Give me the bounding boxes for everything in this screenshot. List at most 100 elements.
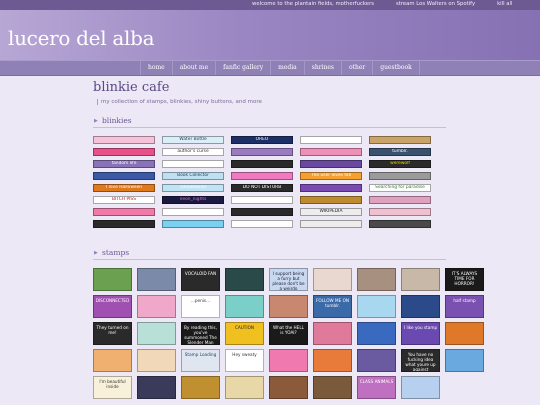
stamp: [269, 295, 308, 318]
blinkie: [300, 184, 362, 192]
stamp-text: FOLLOW ME ON tumblr.: [315, 298, 349, 308]
stamp-text: [182, 377, 219, 379]
nav-link-guestbook[interactable]: guestbook: [372, 61, 420, 75]
nav-link-other[interactable]: other: [340, 61, 372, 75]
blinkie-text: The user loves fall: [310, 173, 352, 178]
stamp-text: Hey sweaty: [232, 352, 257, 357]
blinkie: [93, 148, 155, 156]
stamp: [181, 376, 220, 399]
stamp: DISCONNECTED: [93, 295, 132, 318]
arrow-icon: ▶: [94, 250, 98, 256]
site-header: lucero del alba: [0, 10, 540, 60]
blinkie-text: tumblr.: [392, 149, 408, 154]
blinkie-text: Water Bottle: [179, 137, 207, 142]
nav-list: home about me fanfic gallery media shrines ot…: [140, 61, 420, 75]
marquee-item: kill all: [497, 1, 513, 7]
blinkie-text: I love Halloween: [105, 185, 143, 190]
stamp: [357, 295, 396, 318]
stamp: You have no fucking idea what youre up a…: [401, 349, 440, 372]
marquee-text: welcome to the plantain fields, motherfu…: [252, 1, 534, 7]
stamp-text: [94, 350, 131, 352]
blinkie: WIKIPEDIA: [300, 208, 362, 216]
stamp-text: I'm beautiful inside: [99, 379, 126, 389]
stamp-text: [358, 269, 395, 271]
blinkie: [369, 136, 431, 144]
stamp: CLASS ANIMALS: [357, 376, 396, 399]
nav-link-home[interactable]: home: [140, 61, 172, 75]
stamp-text: [446, 323, 483, 325]
stamps-heading: stamps: [102, 248, 130, 257]
blinkie: [231, 220, 293, 228]
stamp: [269, 376, 308, 399]
stamp: [225, 376, 264, 399]
blinkie: [162, 208, 224, 216]
nav-link-media[interactable]: media: [270, 61, 304, 75]
stamp-text: [446, 350, 483, 352]
stamp: [137, 349, 176, 372]
blinkie: I love Halloween: [93, 184, 155, 192]
blinkie: [231, 196, 293, 204]
stamp-text: IT'S ALWAYS TIME FOR HORROR!: [451, 271, 478, 286]
stamp: FOLLOW ME ON tumblr.: [313, 295, 352, 318]
stamp: [313, 349, 352, 372]
blinkie: [300, 220, 362, 228]
site-title[interactable]: lucero del alba: [8, 26, 155, 50]
marquee-bar: welcome to the plantain fields, motherfu…: [0, 0, 540, 10]
blinkie-text: OREO: [255, 137, 269, 142]
stamp-text: [402, 377, 439, 379]
stamp-text: ...penis...: [190, 298, 211, 303]
blinkie: [231, 148, 293, 156]
stamp-text: [314, 350, 351, 352]
stamp: [357, 322, 396, 345]
stamp-text: You have no fucking idea what youre up a…: [405, 352, 436, 372]
stamp: [225, 295, 264, 318]
blinkie: [231, 160, 293, 168]
stamp: [401, 376, 440, 399]
stamp-text: I like you stamp: [403, 325, 438, 330]
stamp: [357, 349, 396, 372]
blinkie: [231, 208, 293, 216]
blinkie: BITCH PISS: [93, 196, 155, 204]
stamp: [93, 349, 132, 372]
blinkie: [162, 220, 224, 228]
blinkie: [369, 172, 431, 180]
stamp: half stamp: [445, 295, 484, 318]
stamp-text: CLASS ANIMALS: [359, 379, 394, 384]
stamp: By reading this, you've summoned The Sle…: [181, 322, 220, 345]
stamp-text: [402, 269, 439, 271]
blinkie: [93, 208, 155, 216]
stamp: What the HELL is YOAI?: [269, 322, 308, 345]
stamp: CAUTION: [225, 322, 264, 345]
stamp-text: [270, 350, 307, 352]
blinkie: [369, 196, 431, 204]
stamp-text: [358, 350, 395, 352]
blinkie: The user loves fall: [300, 172, 362, 180]
blinkie-text: fandom life: [111, 161, 137, 166]
stamp: I like you stamp: [401, 322, 440, 345]
blinkie: OREO: [231, 136, 293, 144]
blinkie: tumblr.: [369, 148, 431, 156]
stamp-text: Stamp Loading: [184, 352, 217, 357]
stamp-text: [358, 323, 395, 325]
stamp-text: [138, 377, 175, 379]
stamp-text: [270, 296, 307, 298]
blinkie: [93, 172, 155, 180]
nav-link-about-me[interactable]: about me: [171, 61, 215, 75]
stamp: [313, 376, 352, 399]
blinkies-section-header: ▶ blinkies: [93, 116, 446, 128]
nav-link-shrines[interactable]: shrines: [303, 61, 341, 75]
stamp: I support being a furry but please don't…: [269, 268, 308, 291]
page-subtitle: my collection of stamps, blinkies, shiny…: [97, 99, 262, 105]
blinkie-text: Book Collector: [177, 173, 209, 178]
blinkie: [300, 136, 362, 144]
stamp: [401, 268, 440, 291]
blinkie: fandom life: [93, 160, 155, 168]
nav-link-fanfic-gallery[interactable]: fanfic gallery: [215, 61, 270, 75]
blinkie: [300, 196, 362, 204]
stamp-text: DISCONNECTED: [95, 298, 130, 303]
blinkie: cinnamoroll: [162, 184, 224, 192]
arrow-icon: ▶: [94, 118, 98, 124]
stamp: VOCALOID FAN: [181, 268, 220, 291]
stamp: IT'S ALWAYS TIME FOR HORROR!: [445, 268, 484, 291]
blinkie: [369, 208, 431, 216]
